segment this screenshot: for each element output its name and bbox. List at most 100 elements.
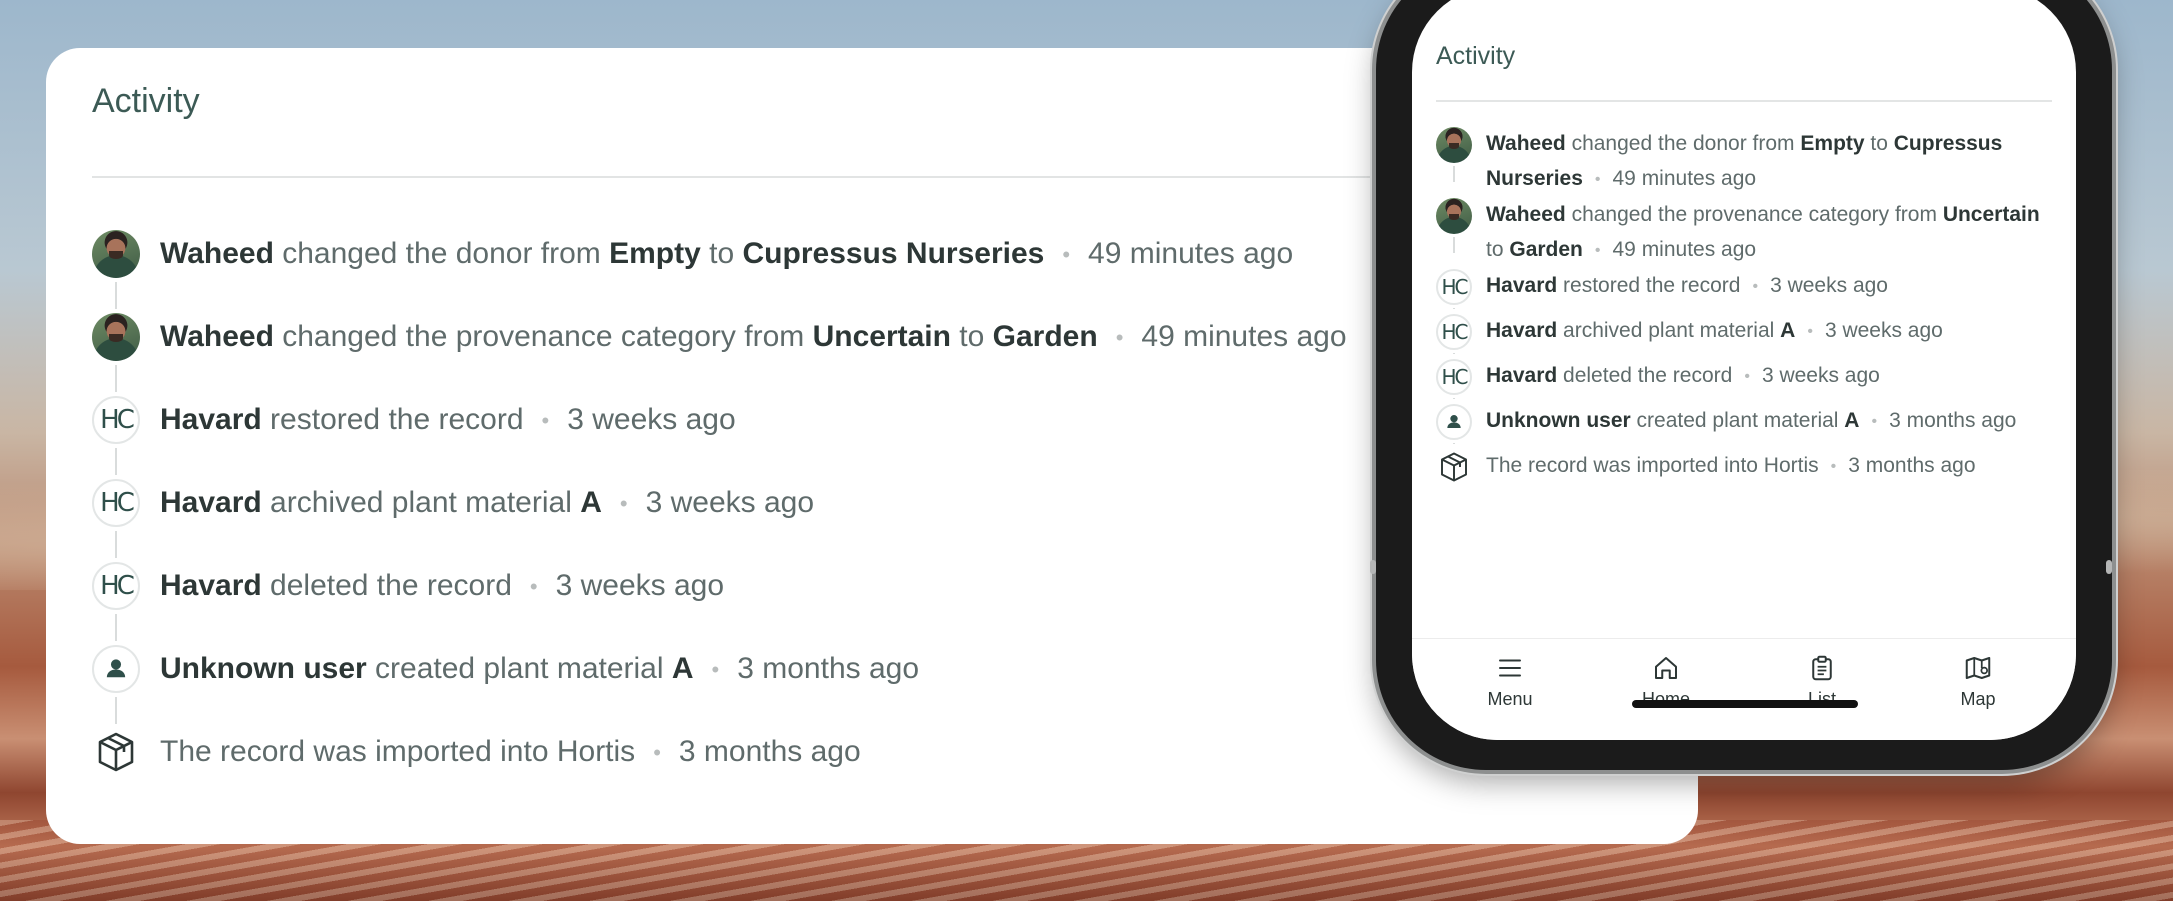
activity-title: Activity bbox=[92, 82, 200, 120]
actor-name: Waheed bbox=[160, 237, 274, 270]
activity-text: Waheed changed the provenance category f… bbox=[1486, 197, 2046, 268]
avatar-initials: HC bbox=[1441, 364, 1468, 389]
timeline-connector bbox=[115, 531, 117, 558]
separator-dot: • bbox=[1830, 457, 1837, 475]
timestamp: 3 weeks ago bbox=[1770, 273, 1888, 297]
divider bbox=[92, 176, 1432, 178]
timeline-connector bbox=[115, 614, 117, 641]
user-icon bbox=[1447, 414, 1461, 428]
actor-name: Waheed bbox=[1486, 132, 1566, 155]
timeline-connector bbox=[1453, 397, 1455, 399]
activity-item: HC Havard deleted the record • 3 weeks ago bbox=[1436, 358, 2056, 403]
action-text: The record was imported into Hortis bbox=[160, 735, 636, 768]
value-text: A bbox=[580, 486, 602, 519]
tab-bar: Menu Home List Map bbox=[1412, 638, 2076, 740]
home-indicator bbox=[1632, 700, 1858, 708]
user-icon bbox=[106, 659, 126, 678]
activity-text: Havard restored the record • 3 weeks ago bbox=[160, 396, 736, 445]
phone-mockup: Activity Waheed changed the donor from E… bbox=[1370, 0, 2112, 770]
activity-item: Waheed changed the provenance category f… bbox=[92, 313, 1432, 396]
activity-title: Activity bbox=[1436, 42, 1516, 70]
action-text: archived plant material bbox=[261, 486, 581, 519]
activity-text: Havard deleted the record • 3 weeks ago bbox=[1486, 358, 2046, 394]
actor-name: Waheed bbox=[160, 320, 274, 353]
actor-name: Havard bbox=[1486, 273, 1558, 297]
value-text: Cupressus Nurseries bbox=[742, 237, 1045, 270]
activity-text: Waheed changed the donor from Empty to C… bbox=[1486, 126, 2046, 197]
value-text: Uncertain bbox=[1942, 202, 2040, 226]
activity-text: Havard archived plant material A • 3 weeks… bbox=[160, 479, 814, 528]
package-icon bbox=[98, 732, 134, 772]
action-text: to bbox=[1486, 237, 1510, 261]
activity-text: Havard archived plant material A • 3 weeks… bbox=[1486, 313, 2046, 349]
timeline-connector bbox=[1453, 442, 1455, 444]
separator-dot: • bbox=[1062, 242, 1071, 268]
menu-icon bbox=[1499, 659, 1521, 677]
timeline-connector bbox=[115, 448, 117, 475]
phone-side-button bbox=[1370, 560, 1376, 574]
tab-menu[interactable]: Menu bbox=[1450, 639, 1570, 740]
activity-item: HC Havard restored the record • 3 weeks ago bbox=[92, 396, 1432, 479]
timestamp: 49 minutes ago bbox=[1088, 237, 1294, 270]
activity-item: Waheed changed the donor from Empty to C… bbox=[92, 230, 1432, 313]
avatar: HC bbox=[1436, 313, 1472, 350]
timeline-connector bbox=[115, 282, 117, 309]
tab-list[interactable]: List bbox=[1762, 639, 1882, 740]
package-icon bbox=[92, 728, 140, 776]
separator-dot: • bbox=[1115, 325, 1124, 351]
action-text: The record was imported into Hortis bbox=[1486, 453, 1819, 477]
action-text: changed the provenance category from bbox=[273, 320, 813, 353]
separator-dot: • bbox=[653, 740, 661, 766]
separator-dot: • bbox=[1807, 322, 1813, 340]
action-text: restored the record bbox=[261, 403, 524, 436]
timestamp: 3 weeks ago bbox=[645, 486, 815, 519]
activity-text: Waheed changed the donor from Empty to C… bbox=[160, 230, 1293, 279]
avatar bbox=[1436, 127, 1472, 163]
activity-item: The record was imported into Hortis • 3 mo… bbox=[1436, 448, 2056, 493]
tab-map[interactable]: Map bbox=[1918, 639, 2038, 740]
activity-text: Unknown user created plant material A • 3 … bbox=[160, 645, 919, 694]
avatar: HC bbox=[1436, 268, 1472, 305]
action-text: to bbox=[1864, 132, 1894, 155]
tab-label: Menu bbox=[1487, 689, 1533, 709]
timestamp: 3 months ago bbox=[1889, 408, 2017, 432]
avatar: HC bbox=[92, 396, 140, 444]
activity-item: HC Havard restored the record • 3 weeks ago bbox=[1436, 268, 2056, 313]
timestamp: 3 months ago bbox=[678, 735, 861, 768]
avatar bbox=[92, 645, 140, 693]
action-text: deleted the record bbox=[261, 569, 512, 602]
timeline-connector bbox=[1453, 166, 1455, 182]
value-text: Empty bbox=[1800, 132, 1865, 155]
timestamp: 3 weeks ago bbox=[555, 569, 725, 602]
package-icon bbox=[1441, 452, 1467, 482]
avatar bbox=[1436, 403, 1472, 440]
timestamp: 3 months ago bbox=[737, 652, 920, 685]
separator-dot: • bbox=[1594, 241, 1601, 259]
avatar-initials: HC bbox=[100, 488, 135, 518]
actor-name: Unknown user bbox=[160, 652, 367, 685]
map-icon bbox=[1965, 657, 1991, 679]
phone-side-button bbox=[2106, 560, 2112, 574]
activity-text: The record was imported into Hortis • 3 mo… bbox=[160, 728, 861, 777]
activity-item: Waheed changed the donor from Empty to C… bbox=[1436, 126, 2056, 197]
separator-dot: • bbox=[619, 491, 628, 517]
activity-list: Waheed changed the donor from Empty to C… bbox=[1436, 126, 2056, 493]
action-text: changed the donor from bbox=[273, 237, 610, 270]
package-icon bbox=[1436, 449, 1472, 485]
separator-dot: • bbox=[1594, 170, 1601, 188]
timestamp: 49 minutes ago bbox=[1612, 167, 1757, 190]
separator-dot: • bbox=[1744, 367, 1750, 385]
value-text: A bbox=[1844, 408, 1860, 432]
actor-name: Havard bbox=[1486, 318, 1558, 342]
activity-item: HC Havard deleted the record • 3 weeks ago bbox=[92, 562, 1432, 645]
avatar bbox=[92, 313, 140, 361]
action-text: changed the donor from bbox=[1565, 132, 1801, 155]
activity-item: Unknown user created plant material A • 3 … bbox=[1436, 403, 2056, 448]
separator-dot: • bbox=[529, 574, 538, 600]
divider bbox=[1436, 100, 2052, 102]
separator-dot: • bbox=[1752, 277, 1759, 295]
actor-name: Unknown user bbox=[1486, 408, 1631, 432]
tab-home[interactable]: Home bbox=[1606, 639, 1726, 740]
action-text: deleted the record bbox=[1557, 363, 1733, 387]
avatar bbox=[92, 230, 140, 278]
